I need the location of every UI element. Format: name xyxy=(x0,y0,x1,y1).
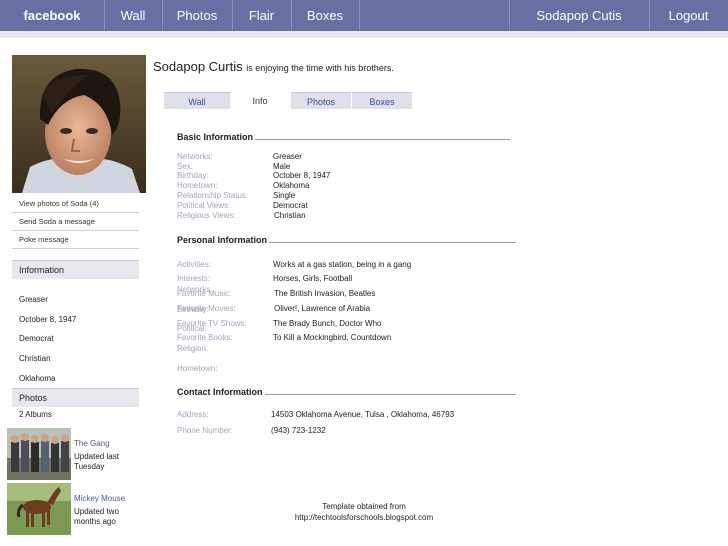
profile-photo[interactable] xyxy=(12,55,146,193)
basic-label: Political Views: xyxy=(177,201,231,210)
album-thumb-mickey-mouse[interactable] xyxy=(7,483,71,535)
personal-value: The British Invasion, Beatles xyxy=(274,289,376,298)
status-text: is enjoying the time with his brothers. xyxy=(246,63,394,73)
personal-value: Works at a gas station, being in a gang xyxy=(273,260,412,269)
personal-value: The Brady Bunch, Doctor Who xyxy=(273,319,382,328)
nav-photos[interactable]: Photos xyxy=(162,0,232,31)
basic-label: Religious Views: xyxy=(177,211,236,220)
basic-value: Democrat xyxy=(273,201,308,210)
basic-value: Greaser xyxy=(273,152,302,161)
tab-wall[interactable]: Wall xyxy=(164,92,230,109)
template-credit: Template obtained from http://techtoolsf… xyxy=(283,501,445,523)
info-hometown-value: Oklahoma xyxy=(19,374,56,383)
personal-label: Activities: xyxy=(177,260,211,269)
top-navigation-bar: facebook Wall Photos Flair Boxes Sodapop… xyxy=(0,0,728,31)
info-birthday-value: October 8, 1947 xyxy=(19,315,77,324)
nav-boxes[interactable]: Boxes xyxy=(291,0,359,31)
profile-status: Sodapop Curtis is enjoying the time with… xyxy=(153,59,394,74)
basic-value: Single xyxy=(273,191,296,200)
info-hometown-label: Hometown: xyxy=(177,364,218,373)
tab-photos[interactable]: Photos xyxy=(291,92,351,109)
info-religion-value: Christian xyxy=(19,354,51,363)
contact-phone-label: Phone Number: xyxy=(177,426,234,435)
tab-boxes[interactable]: Boxes xyxy=(352,92,412,109)
credit-line: Template obtained from xyxy=(322,502,406,511)
personal-value: To Kill a Mockingbird, Countdown xyxy=(273,333,392,342)
personal-label: Favorite Music: xyxy=(177,289,232,298)
profile-tabs: Wall Info Photos Boxes xyxy=(164,92,414,109)
information-heading: Information xyxy=(12,260,139,279)
personal-label: Favorite TV Shows: xyxy=(177,319,247,328)
personal-label: Favorite Books: xyxy=(177,333,233,342)
basic-info-title: Basic Information xyxy=(177,132,256,142)
profile-name[interactable]: Sodapop Curtis xyxy=(153,59,243,74)
basic-value: Male xyxy=(273,162,291,171)
personal-value: Horses, Girls, Football xyxy=(273,274,353,283)
album-link-mickey-mouse[interactable]: Mickey Mouse xyxy=(74,494,125,503)
contact-info-title: Contact Information xyxy=(177,387,265,397)
facebook-logo[interactable]: facebook xyxy=(0,0,104,31)
photos-heading: Photos xyxy=(12,388,139,407)
basic-label: Networks: xyxy=(177,152,213,161)
sub-bar xyxy=(0,31,728,38)
basic-label: Relationship Status: xyxy=(177,191,249,200)
info-political-value: Democrat xyxy=(19,334,54,343)
albums-count: 2 Albums xyxy=(19,410,52,419)
album-updated-mickey-mouse: Updated two months ago xyxy=(74,507,119,526)
info-networks-value: Greaser xyxy=(19,295,48,304)
basic-value: Oklahoma xyxy=(273,181,310,190)
album-link-the-gang[interactable]: The Gang xyxy=(74,439,110,448)
nav-flair[interactable]: Flair xyxy=(232,0,291,31)
personal-value: Oliver!, Lawrence of Arabia xyxy=(274,304,371,313)
basic-label: Birthday: xyxy=(177,171,209,180)
personal-label: Interests: xyxy=(177,274,210,283)
nav-user-profile[interactable]: Sodapop Cutis xyxy=(509,0,649,31)
album-updated-the-gang: Updated last Tuesday xyxy=(74,452,119,471)
contact-address-label: Address: xyxy=(177,410,209,419)
basic-value: Christian xyxy=(274,211,306,220)
personal-label: Favorite Movies: xyxy=(177,304,236,313)
tab-info[interactable]: Info xyxy=(230,92,290,109)
nav-wall[interactable]: Wall xyxy=(104,0,162,31)
basic-value: October 8, 1947 xyxy=(273,171,331,180)
album-thumb-the-gang[interactable] xyxy=(7,428,71,480)
logout-button[interactable]: Logout xyxy=(649,0,728,31)
basic-label: Hometown: xyxy=(177,181,218,190)
credit-url[interactable]: http://techtoolsforschools.blogspot.com xyxy=(283,512,445,523)
poke-link[interactable]: Poke message xyxy=(12,235,139,244)
contact-phone-value: (943) 723-1232 xyxy=(271,426,326,435)
basic-label: Sex: xyxy=(177,162,194,171)
info-religion-label: Religion: xyxy=(177,344,209,353)
send-message-link[interactable]: Send Soda a message xyxy=(12,217,139,226)
personal-info-title: Personal Information xyxy=(177,235,270,245)
contact-address-value: 14503 Oklahoma Avenue, Tulsa , Oklahoma,… xyxy=(271,410,455,419)
view-photos-link[interactable]: View photos of Soda (4) xyxy=(12,199,139,208)
